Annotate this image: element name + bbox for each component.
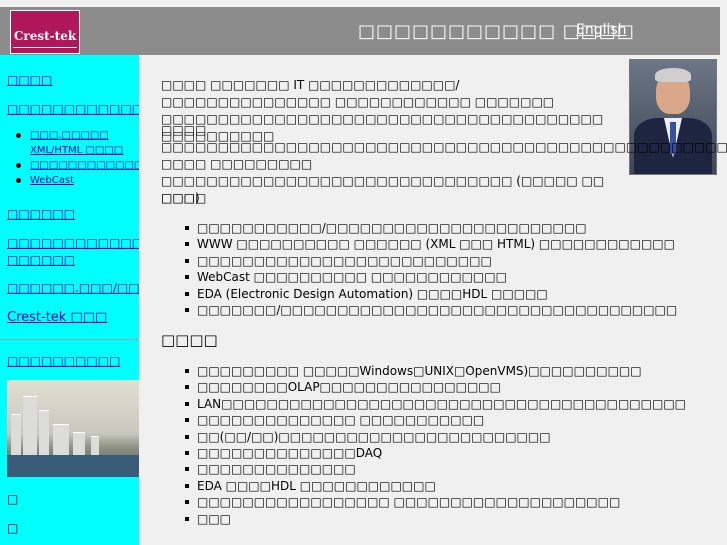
list-item: □□□□□□□/□□□□□□□□□□□□□□□□□□□□□□□□□□□□□□□□… [184,303,678,318]
services-list: □□□□□□□□□□□/□□□□□□□□□□□□□□□□□□□□□□□ WWW … [184,220,678,318]
water-shape [7,455,139,477]
portrait-hair [655,68,691,82]
list-item: □□□□□□□□OLAP□□□□□□□□□□□□□□□□ [185,379,686,395]
list-item: WWW □□□□□□□□□□ □□□□□□ (XML □□□ HTML) □□□… [184,236,677,252]
sidebar-item-label[interactable]: Crest-tek □□□ [7,310,107,325]
intro-paragraph: □□□□ □□□□□□□□□□□□□□□□□□□□□□□□□□□□□□□□□□□… [161,123,727,205]
building-shape [11,414,21,455]
sidebar: □□□□ □□□□□□□□□□□□□□.□□□□ □□□.□□□□□ XML/H… [0,55,139,545]
list-item: LAN□□□□□□□□□□□□□□□□□□□□□□□□□□□□□□□□□□□□□… [185,396,686,411]
list-item: □□□□□□□□□□□□□□DAQ [185,445,686,461]
building-shape [39,410,49,455]
sidebar-subitem-label[interactable]: □□□.□□□□□ XML/HTML □□□□ [30,130,123,156]
list-item: □□(□□/□□)□□□□□□□□□□□□□□□□□□□□□□□□ [185,429,686,445]
sidebar-item-label[interactable]: □□□□□□□□□□□□.□□□□□□□/□□□□□□ [7,236,139,267]
page: Crest-tek □□□□□□□□□□□ □□□□ English □□□□ … [0,0,727,545]
sidebar-item-home[interactable]: □□□□ [7,71,52,88]
section-heading: □□□□ [161,191,207,205]
list-item: □□□□□□□□□□□□□□□□□□□□□□□□□□ [184,253,677,269]
sidebar-item-label[interactable]: □□□□□□.□□□/□□□□□□ [7,281,139,295]
logo-text: Crest-tek [13,29,77,43]
city-skyline-photo [7,380,139,477]
building-shape [53,424,69,455]
list-item: □□□ [185,511,686,527]
section-heading: □□□□ [161,331,218,349]
sidebar-subitem-xml-html[interactable]: □□□.□□□□□ XML/HTML □□□□ [16,128,130,158]
sidebar-subitem-webcast[interactable]: WebCast [16,173,139,188]
sidebar-subitem-label[interactable]: WebCast [30,175,74,186]
skills-list: □□□□□□□□□ □□□□□Windows□UNIX□OpenVMS)□□□□… [185,363,686,527]
crest-tek-logo[interactable]: Crest-tek [10,10,80,54]
building-shape [73,432,85,455]
sidebar-item-crest-tek[interactable]: Crest-tek □□□ [7,308,107,326]
list-item: □□□□□□□□□□□□□□□□□ □□□□□□□□□□□□□□□□□□□□ [185,494,686,510]
sidebar-item-label[interactable]: □□□□□□ [7,207,75,221]
building-shape [91,436,99,455]
sidebar-mark: □ [7,521,19,535]
portrait-photo [629,59,717,175]
sidebar-item-7[interactable]: □□□□□□□□□□ [7,352,120,369]
sidebar-divider [0,339,139,340]
sidebar-item-4[interactable]: □□□□□□□□□□□□.□□□□□□□/□□□□□□ [7,234,139,268]
sidebar-item-services[interactable]: □□□□□□□□□□□□□□.□□□□ [7,100,139,117]
sidebar-item-label[interactable]: □□□□□□□□□□□□□□.□□□□ [7,102,139,116]
main-content: □□□□ □□□□□□□ IT □□□□□□□□□□□□□/□□□□□□□□□□… [139,55,727,545]
sidebar-subitem-2[interactable]: □□□□□□□□□□□□□□□□□ [16,158,139,173]
list-item: EDA □□□□HDL □□□□□□□□□□□□ [185,478,686,494]
header-bar: Crest-tek □□□□□□□□□□□ □□□□ English [0,7,720,55]
list-item: □□□□□□□□□□□/□□□□□□□□□□□□□□□□□□□□□□□ [184,220,677,236]
building-shape [23,396,37,455]
logo-underline [13,47,77,48]
sidebar-subitem-label[interactable]: □□□□□□□□□□□□□□□□□ [30,160,139,171]
english-link[interactable]: English [576,22,627,38]
sidebar-item-label[interactable]: □□□□□□□□□□ [7,354,120,368]
list-item: □□□□□□□□□□□□□□ [185,461,686,477]
sidebar-item-3[interactable]: □□□□□□ [7,205,75,222]
sidebar-mark: □ [7,492,19,506]
list-item: □□□□□□□□□ □□□□□Windows□UNIX□OpenVMS)□□□□… [185,363,686,379]
sidebar-sub-list: □□□.□□□□□ XML/HTML □□□□ □□□□□□□□□□□□□□□□… [16,128,139,188]
list-item: □□□□□□□□□□□□□□ □□□□□□□□□□□ [185,412,686,428]
list-item: WebCast □□□□□□□□□□ □□□□□□□□□□□□ [184,269,677,285]
sidebar-item-label[interactable]: □□□□ [7,73,52,87]
sidebar-item-5[interactable]: □□□□□□.□□□/□□□□□□ [7,279,139,296]
list-item: EDA (Electronic Design Automation) □□□□H… [184,286,677,302]
